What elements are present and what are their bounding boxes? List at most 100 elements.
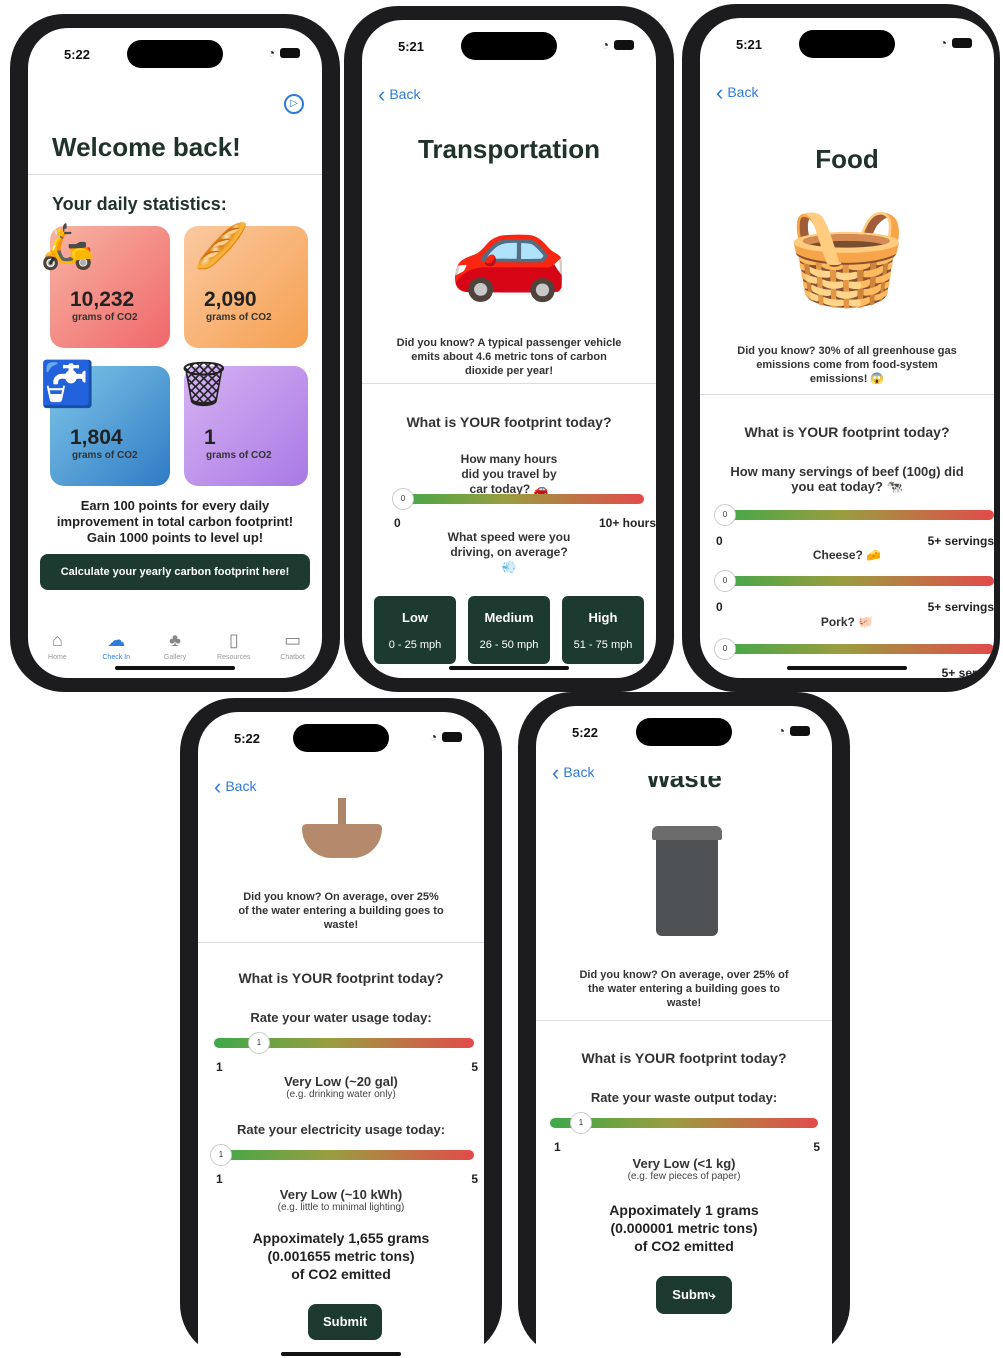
back-button[interactable]: ‹ Back <box>716 80 758 106</box>
result-grams: Appoximately 1 grams <box>609 1202 759 1218</box>
slider-min: 0 <box>716 600 723 614</box>
tab-label: Home <box>48 654 67 661</box>
page-title: Food <box>815 144 879 174</box>
status-time: 5:22 <box>572 725 599 740</box>
stats-title: Your daily statistics: <box>52 194 227 214</box>
wifi-icon: ◔ <box>777 724 785 738</box>
waste-slider[interactable]: 1 <box>550 1112 818 1134</box>
home-indicator <box>787 666 907 670</box>
tile-unit: grams of CO2 <box>72 312 138 323</box>
wifi-icon: ◔ <box>939 36 947 50</box>
speed-question: What speed were you driving, on average?… <box>447 530 571 574</box>
slider-max: 5+ servings <box>927 534 994 548</box>
footprint-question: What is YOUR footprint today? <box>406 414 612 430</box>
slider-max: 5 <box>471 1172 478 1186</box>
slider-thumb[interactable]: 0 <box>714 570 736 592</box>
home-indicator <box>281 1352 401 1356</box>
tile-unit: grams of CO2 <box>206 450 272 461</box>
slider-thumb[interactable]: 1 <box>248 1032 270 1054</box>
slider-max: 5+ servings <box>927 600 994 614</box>
fun-fact: Did you know? 30% of all greenhouse gas … <box>737 345 957 385</box>
result-caption: of CO2 emitted <box>634 1238 734 1254</box>
battery-icon <box>952 38 972 48</box>
waste-question: Rate your waste output today: <box>590 1090 778 1105</box>
slider-min: 1 <box>216 1060 223 1074</box>
back-button[interactable]: ‹ Back <box>378 82 420 108</box>
divider <box>362 383 656 384</box>
settings-icon[interactable]: ▷ <box>284 94 304 114</box>
electricity-slider[interactable]: 1 <box>210 1144 474 1166</box>
screen-home: 5:22 ◔ ▷ Welcome back! Your daily statis… <box>28 28 322 678</box>
speed-high-button[interactable]: High 51 - 75 mph <box>562 596 644 664</box>
calculate-footprint-button[interactable]: Calculate your yearly carbon footprint h… <box>40 554 310 590</box>
slider-thumb[interactable]: 0 <box>714 638 736 660</box>
battery-icon <box>790 726 810 736</box>
footprint-question: What is YOUR footprint today? <box>581 1050 787 1066</box>
water-slider[interactable]: 1 <box>214 1032 474 1054</box>
status-time: 5:22 <box>234 731 261 746</box>
speed-range: 0 - 25 mph <box>388 639 442 651</box>
speed-name: Medium <box>484 610 534 625</box>
slider-thumb[interactable]: 1 <box>210 1144 232 1166</box>
tab-check-in[interactable]: ☁ Check In <box>91 630 141 661</box>
hours-slider[interactable]: 0 <box>392 488 644 510</box>
stat-tile-transport[interactable]: 🛵 10,232 grams of CO2 <box>40 222 170 348</box>
slider-min: 0 <box>716 534 723 548</box>
tab-label: Resources <box>217 654 251 661</box>
speed-options: Low 0 - 25 mph Medium 26 - 50 mph High 51 -… <box>374 596 656 666</box>
tile-unit: grams of CO2 <box>72 450 138 461</box>
water-example: (e.g. drinking water only) <box>286 1089 396 1100</box>
fun-fact: Did you know? A typical passenger vehicl… <box>396 337 622 377</box>
speed-low-button[interactable]: Low 0 - 25 mph <box>374 596 456 664</box>
submit-button[interactable]: Submit <box>308 1304 382 1340</box>
trash-can-icon: 🗑 <box>176 360 232 409</box>
status-time: 5:22 <box>64 47 91 62</box>
tab-label: Gallery <box>163 654 187 661</box>
page-title: Welcome back! <box>52 132 241 162</box>
home-icon: ⌂ <box>51 630 63 650</box>
stat-tile-waste[interactable]: 🗑 1 grams of CO2 <box>176 360 308 486</box>
water-level: Very Low (~20 gal) <box>284 1074 398 1089</box>
water-question: Rate your water usage today: <box>250 1010 432 1025</box>
beef-question: How many servings of beef (100g) did you… <box>730 464 964 494</box>
speed-medium-button[interactable]: Medium 26 - 50 mph <box>468 596 550 664</box>
bread-basket-icon: 🥖 <box>194 222 249 271</box>
footprint-question: What is YOUR footprint today? <box>238 970 444 986</box>
waste-example: (e.g. few pieces of paper) <box>627 1171 741 1182</box>
tile-unit: grams of CO2 <box>206 312 272 323</box>
stat-tile-water[interactable]: 🚰 1,804 grams of CO2 <box>40 360 170 486</box>
back-label: Back <box>727 84 759 100</box>
pork-slider[interactable]: 0 <box>714 638 994 660</box>
slider-thumb[interactable]: 0 <box>392 488 414 510</box>
slider-thumb[interactable]: 1 <box>570 1112 592 1134</box>
cheese-slider[interactable]: 0 <box>714 570 994 592</box>
beef-slider[interactable]: 0 <box>714 504 994 526</box>
status-bar: 5:22 ◔ <box>198 728 484 750</box>
cheese-question: Cheese? 🧀 <box>812 548 882 562</box>
fruit-basket-icon: 🧺 <box>787 202 907 309</box>
divider <box>536 1020 832 1021</box>
slider-thumb[interactable]: 0 <box>714 504 736 526</box>
screen-waste: 5:22 ◔ ‹ Back Waste Did you know? On aver… <box>536 706 832 1358</box>
wifi-icon: ◔ <box>429 730 437 744</box>
stat-tile-food[interactable]: 🥖 2,090 grams of CO2 <box>184 222 308 348</box>
tab-label: Chatbot <box>280 654 305 661</box>
tab-chatbot[interactable]: ▭ Chatbot <box>268 630 318 661</box>
result-caption: of CO2 emitted <box>291 1266 391 1282</box>
speed-name: High <box>588 610 618 625</box>
tab-resources[interactable]: ▯ Resources <box>209 630 259 661</box>
speed-name: Low <box>402 610 428 625</box>
result-grams: Appoximately 1,655 grams <box>252 1230 430 1246</box>
cursor-icon: ⤷ <box>708 1287 716 1302</box>
submit-button[interactable]: Subm⤷ <box>656 1276 732 1314</box>
phone-home: 5:22 ◔ ▷ Welcome back! Your daily statis… <box>10 14 340 692</box>
points-info: Earn 100 points for every daily improvem… <box>56 498 294 545</box>
tab-gallery[interactable]: ♣ Gallery <box>150 630 200 661</box>
tab-home[interactable]: ⌂ Home <box>32 630 82 661</box>
battery-icon <box>442 732 462 742</box>
result-tons: (0.000001 metric tons) <box>610 1220 758 1236</box>
back-button[interactable]: ‹ Back <box>214 774 256 800</box>
chevron-left-icon: ‹ <box>716 80 724 105</box>
slider-max: 10+ hours <box>598 516 656 530</box>
status-bar: 5:22 ◔ <box>28 44 322 66</box>
